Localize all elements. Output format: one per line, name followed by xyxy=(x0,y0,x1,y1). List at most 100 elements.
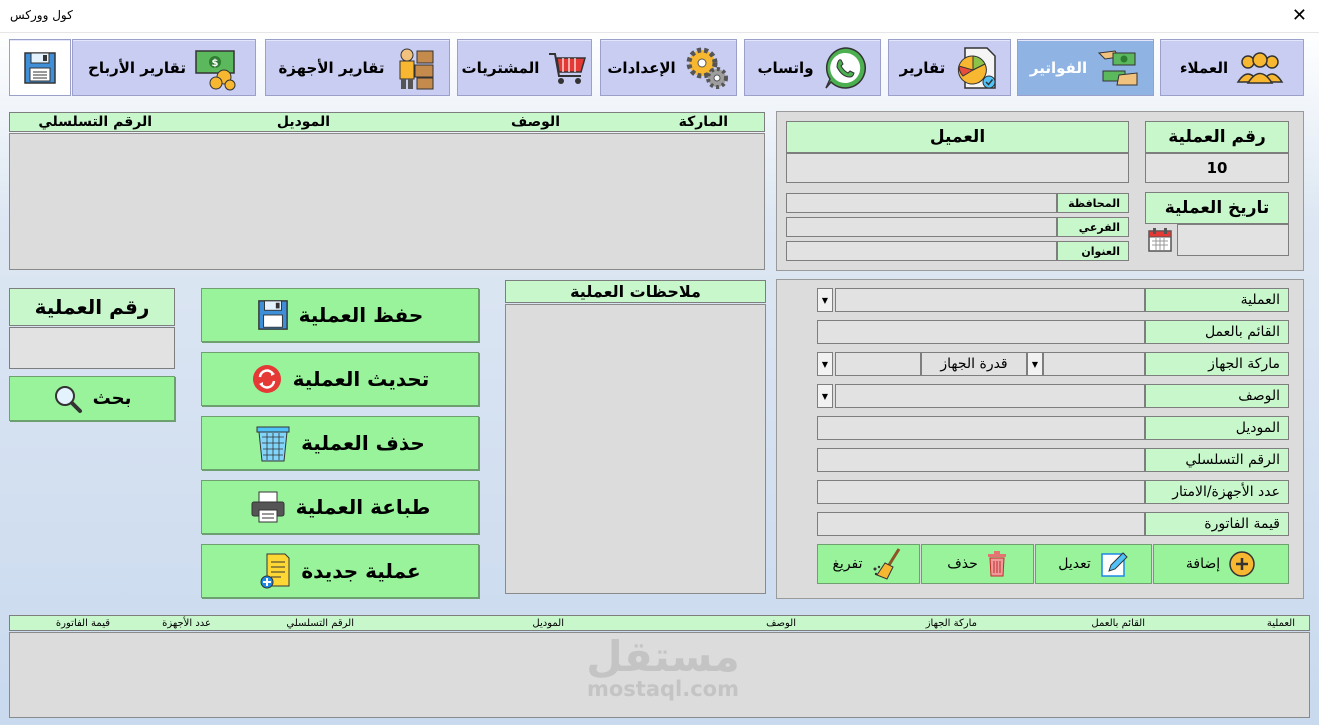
svg-text:$: $ xyxy=(211,58,218,69)
window-title: كول ووركس xyxy=(10,8,73,22)
title-bar: كول ووركس ✕ xyxy=(0,0,1319,33)
column-device-count: عدد الأجهزة xyxy=(162,618,211,629)
branch-field[interactable] xyxy=(786,217,1057,237)
shopping-cart-icon xyxy=(549,52,587,84)
column-description: الوصف xyxy=(510,114,560,130)
print-operation-button[interactable]: طباعة العملية xyxy=(201,480,479,534)
printer-icon xyxy=(251,491,285,523)
column-serial: الرقم التسلسلي xyxy=(286,618,354,629)
brand-dropdown-arrow[interactable]: ▼ xyxy=(1027,352,1043,376)
refresh-icon xyxy=(252,365,281,393)
save-toolbar-button[interactable] xyxy=(9,39,71,96)
column-description: الوصف xyxy=(766,618,796,629)
customer-label: العميل xyxy=(786,121,1129,153)
address-field[interactable] xyxy=(786,241,1057,261)
column-model: الموديل xyxy=(276,114,330,130)
report-chart-icon xyxy=(958,46,997,89)
nav-invoices-button[interactable]: الفواتير xyxy=(1017,39,1154,96)
floppy-disk-icon xyxy=(24,51,56,84)
trash-icon xyxy=(987,551,1006,577)
add-button[interactable]: إضافة xyxy=(1153,544,1289,584)
description-dropdown-arrow[interactable]: ▼ xyxy=(817,384,833,408)
new-operation-button[interactable]: عملية جديدة xyxy=(201,544,479,598)
cash-coins-icon: $ xyxy=(195,49,236,90)
op-number-field[interactable]: 10 xyxy=(1145,153,1289,183)
search-button[interactable]: بحث xyxy=(9,376,175,421)
update-operation-button[interactable]: تحديث العملية xyxy=(201,352,479,406)
operation-select[interactable] xyxy=(835,288,1145,312)
brand-select[interactable] xyxy=(1043,352,1145,376)
print-operation-label: طباعة العملية xyxy=(295,495,431,519)
governorate-field[interactable] xyxy=(786,193,1057,213)
close-icon[interactable]: ✕ xyxy=(1292,5,1307,26)
description-label: الوصف xyxy=(1145,384,1289,408)
nav-whatsapp-label: واتساب xyxy=(757,58,814,77)
notes-textarea[interactable] xyxy=(505,304,766,594)
edit-button-label: تعديل xyxy=(1058,556,1091,572)
search-icon xyxy=(54,385,82,413)
nav-invoices-label: الفواتير xyxy=(1029,58,1088,77)
model-label: الموديل xyxy=(1145,416,1289,440)
broom-icon xyxy=(873,548,900,580)
plus-circle-icon xyxy=(1229,551,1255,577)
column-brand: الماركة xyxy=(678,114,728,130)
op-number-label: رقم العملية xyxy=(1145,121,1289,153)
delete-operation-label: حذف العملية xyxy=(301,431,425,455)
add-button-label: إضافة xyxy=(1185,556,1221,572)
gears-icon xyxy=(686,47,728,89)
edit-button[interactable]: تعديل xyxy=(1035,544,1152,584)
new-operation-label: عملية جديدة xyxy=(301,559,421,583)
delivery-worker-icon xyxy=(399,48,434,89)
nav-device-reports-button[interactable]: تقارير الأجهزة xyxy=(265,39,450,96)
column-device-brand: ماركة الجهاز xyxy=(925,618,977,629)
delete-row-button[interactable]: حذف xyxy=(921,544,1034,584)
invoice-value-field[interactable] xyxy=(817,512,1145,536)
top-table-header: الماركة الوصف الموديل الرقم التسلسلي xyxy=(9,112,765,132)
operation-dropdown-arrow[interactable]: ▼ xyxy=(817,288,833,312)
branch-label: الفرعي xyxy=(1057,217,1129,237)
count-field[interactable] xyxy=(817,480,1145,504)
clear-button-label: تفريغ xyxy=(832,556,863,572)
governorate-label: المحافظة xyxy=(1057,193,1129,213)
nav-whatsapp-button[interactable]: واتساب xyxy=(744,39,881,96)
serial-label: الرقم التسلسلي xyxy=(1145,448,1289,472)
group-icon xyxy=(1236,51,1284,84)
new-document-icon xyxy=(260,553,290,589)
worker-field[interactable] xyxy=(817,320,1145,344)
op-date-label: تاريخ العملية xyxy=(1145,192,1289,224)
bottom-table-body[interactable] xyxy=(9,632,1310,718)
op-date-field[interactable] xyxy=(1177,224,1289,256)
column-operation: العملية xyxy=(1266,618,1295,629)
nav-settings-button[interactable]: الإعدادات xyxy=(600,39,737,96)
nav-profit-reports-button[interactable]: تقارير الأرباح $ xyxy=(72,39,256,96)
customer-field[interactable] xyxy=(786,153,1129,183)
capacity-dropdown-arrow[interactable]: ▼ xyxy=(817,352,833,376)
trash-bin-icon xyxy=(256,426,290,462)
model-field[interactable] xyxy=(817,416,1145,440)
column-serial: الرقم التسلسلي xyxy=(38,114,152,130)
save-operation-label: حفظ العملية xyxy=(298,303,424,327)
search-button-label: بحث xyxy=(92,388,132,409)
description-select[interactable] xyxy=(835,384,1145,408)
save-operation-button[interactable]: حفظ العملية xyxy=(201,288,479,342)
worker-label: القائم بالعمل xyxy=(1145,320,1289,344)
nav-purchases-label: المشتريات xyxy=(461,58,540,77)
delete-row-button-label: حذف xyxy=(947,556,978,572)
column-model: الموديل xyxy=(532,618,564,629)
search-op-number-field[interactable] xyxy=(9,327,175,369)
nav-purchases-button[interactable]: المشتريات xyxy=(457,39,592,96)
delete-operation-button[interactable]: حذف العملية xyxy=(201,416,479,470)
nav-reports-label: تقارير xyxy=(899,58,946,77)
calendar-icon[interactable] xyxy=(1145,226,1175,254)
top-table-body[interactable] xyxy=(9,133,765,270)
nav-customers-label: العملاء xyxy=(1179,58,1229,77)
whatsapp-icon xyxy=(824,46,866,89)
notes-label: ملاحظات العملية xyxy=(505,280,766,303)
capacity-select[interactable] xyxy=(835,352,921,376)
count-label: عدد الأجهزة/الامتار xyxy=(1145,480,1289,504)
nav-reports-button[interactable]: تقارير xyxy=(888,39,1011,96)
nav-profit-reports-label: تقارير الأرباح xyxy=(88,58,186,77)
clear-button[interactable]: تفريغ xyxy=(817,544,920,584)
nav-customers-button[interactable]: العملاء xyxy=(1160,39,1304,96)
serial-field[interactable] xyxy=(817,448,1145,472)
